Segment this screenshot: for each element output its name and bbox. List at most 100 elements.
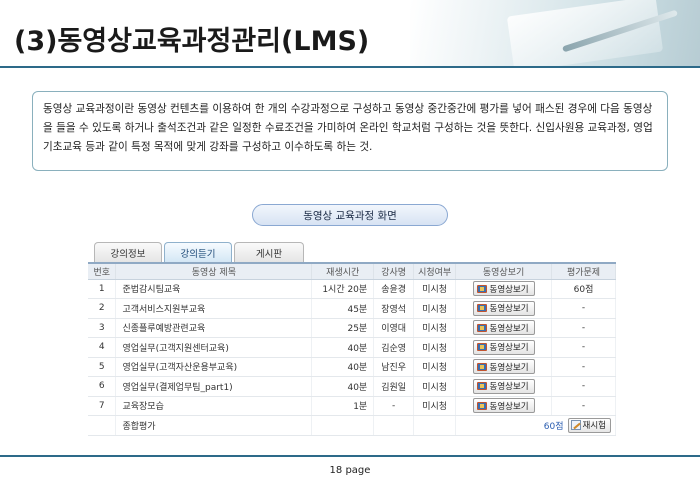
row-no: 6 [88,376,117,397]
row-time: 25분 [311,318,375,338]
view-video-label: 동영상보기 [489,343,529,354]
retest-button[interactable]: 재시험 [567,417,611,433]
view-video-label: 동영상보기 [489,401,529,412]
tv-icon [476,401,487,410]
total-score-link[interactable]: 60점 [544,419,564,432]
row-title: 신종플루예방관련교육 [115,318,313,338]
summary-eval: 60점 재시험 [456,417,615,433]
row-view-cell: 동영상보기 [455,318,553,338]
row-status: 미시청 [413,376,457,397]
row-time: 1분 [311,396,375,416]
tab-bar: 강의정보 강의듣기 게시판 [94,242,306,262]
tab-course-info[interactable]: 강의정보 [94,242,162,262]
lecture-table: 번호 동영상 제목 재생시간 강사명 시청여부 동영상보기 평가문제 1 준법감… [88,262,616,436]
row-view-cell: 동영상보기 [455,376,553,397]
row-time: 40분 [311,376,375,397]
view-video-button[interactable]: 동영상보기 [472,378,535,394]
col-header-teacher: 강사명 [373,263,415,280]
row-no: 5 [88,357,117,377]
view-video-button[interactable]: 동영상보기 [472,281,535,297]
col-header-view: 동영상보기 [455,263,553,280]
row-title: 교육장모습 [115,396,313,416]
summary-label: 종합평가 [115,415,313,436]
view-video-button[interactable]: 동영상보기 [472,300,535,316]
tv-icon [476,343,487,352]
tv-icon [476,382,487,391]
table-row: 3 신종플루예방관련교육 25분 이영대 미시청 동영상보기 - [88,318,616,338]
lms-window: 강의정보 강의듣기 게시판 번호 동영상 제목 재생시간 강사명 시청여부 동영… [88,242,616,442]
tab-watch-lectures[interactable]: 강의듣기 [164,242,232,262]
row-eval: - [551,318,616,338]
row-no: 3 [88,318,117,338]
row-eval: 60점 [551,279,616,299]
row-time: 1시간 20분 [311,279,375,299]
row-status: 미시청 [413,318,457,338]
row-eval: - [551,376,616,397]
row-view-cell: 동영상보기 [455,357,553,377]
view-video-button[interactable]: 동영상보기 [472,398,535,414]
summary-no [88,415,117,436]
row-title: 준법감시팀교육 [115,279,313,299]
tv-icon [476,362,487,371]
row-status: 미시청 [413,357,457,377]
tv-icon [476,284,487,293]
row-time: 40분 [311,337,375,358]
view-video-label: 동영상보기 [489,304,529,315]
row-eval: - [551,396,616,416]
col-header-status: 시청여부 [413,263,457,280]
row-status: 미시청 [413,279,457,299]
tv-icon [476,323,487,332]
row-teacher: 장영석 [373,298,415,319]
row-view-cell: 동영상보기 [455,396,553,416]
header-paper-graphic [506,0,664,68]
row-status: 미시청 [413,337,457,358]
header-divider [0,66,700,68]
table-row: 6 영업실무(결제업무팀_part1) 40분 김원일 미시청 동영상보기 - [88,376,616,397]
row-view-cell: 동영상보기 [455,279,553,299]
row-title: 영업실무(고객지원센터교육) [115,337,313,358]
view-video-button[interactable]: 동영상보기 [472,359,535,375]
screen-label: 동영상 교육과정 화면 [252,204,448,226]
summary-eval-cell: 60점 재시험 [455,415,616,436]
header-decoration [410,0,700,68]
description-text: 동영상 교육과정이란 동영상 컨텐츠를 이용하여 한 개의 수강과정으로 구성하… [43,103,653,153]
row-no: 1 [88,279,117,299]
col-header-eval: 평가문제 [551,263,616,280]
row-view-cell: 동영상보기 [455,298,553,319]
table-row: 1 준법감시팀교육 1시간 20분 송윤경 미시청 동영상보기 60점 [88,279,616,299]
row-teacher: 송윤경 [373,279,415,299]
row-teacher: 이영대 [373,318,415,338]
row-no: 4 [88,337,117,358]
row-title: 영업실무(결제업무팀_part1) [115,376,313,397]
description-box: 동영상 교육과정이란 동영상 컨텐츠를 이용하여 한 개의 수강과정으로 구성하… [32,91,668,171]
table-header-row: 번호 동영상 제목 재생시간 강사명 시청여부 동영상보기 평가문제 [88,263,616,280]
col-header-title: 동영상 제목 [115,263,313,280]
page-number: 18 page [329,465,371,476]
row-no: 7 [88,396,117,416]
footer-divider [0,455,700,457]
row-teacher: - [373,396,415,416]
view-video-button[interactable]: 동영상보기 [472,320,535,336]
table-row: 4 영업실무(고객지원센터교육) 40분 김순영 미시청 동영상보기 - [88,337,616,358]
row-teacher: 남진우 [373,357,415,377]
row-view-cell: 동영상보기 [455,337,553,358]
col-header-time: 재생시간 [311,263,375,280]
retest-label: 재시험 [582,421,606,432]
table-row: 7 교육장모습 1분 - 미시청 동영상보기 - [88,396,616,416]
table-row: 2 고객서비스지원부교육 45분 장영석 미시청 동영상보기 - [88,298,616,319]
view-video-label: 동영상보기 [489,284,529,295]
col-header-no: 번호 [88,263,117,280]
page-header: (3)동영상교육과정관리(LMS) [0,0,700,68]
tv-icon [476,304,487,313]
row-eval: - [551,357,616,377]
view-video-label: 동영상보기 [489,362,529,373]
view-video-button[interactable]: 동영상보기 [472,339,535,355]
tab-board[interactable]: 게시판 [234,242,304,262]
row-teacher: 김원일 [373,376,415,397]
summary-row: 종합평가 60점 재시험 [88,415,616,436]
view-video-label: 동영상보기 [489,323,529,334]
table-row: 5 영업실무(고객자산운용부교육) 40분 남진우 미시청 동영상보기 - [88,357,616,377]
row-eval: - [551,298,616,319]
row-title: 고객서비스지원부교육 [115,298,313,319]
row-no: 2 [88,298,117,319]
